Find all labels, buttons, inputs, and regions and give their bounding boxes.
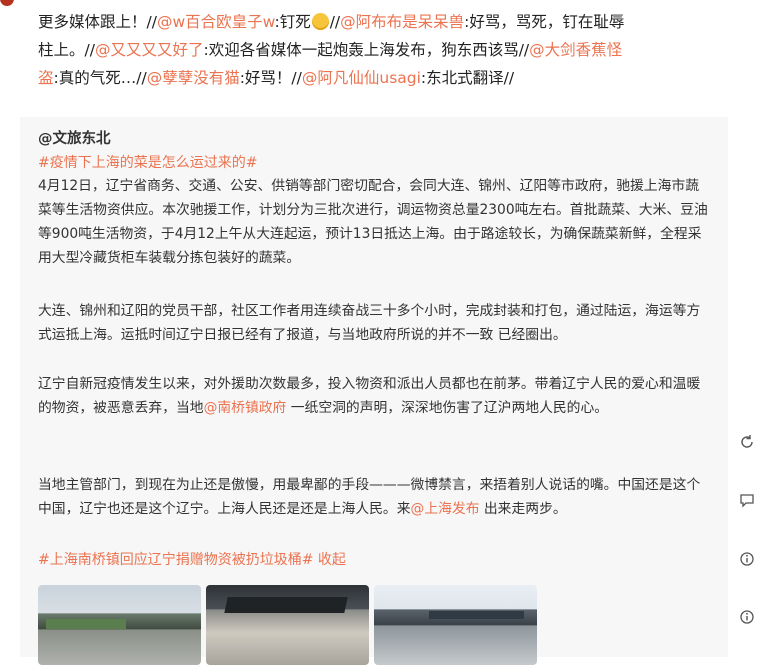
- photo-detail: [224, 597, 348, 613]
- info-icon[interactable]: [738, 609, 756, 627]
- post-text-segment: :好骂！//: [239, 69, 302, 87]
- repost-card: @文旅东北 #疫情下上海的菜是怎么运过来的# 4月12日，辽宁省商务、交通、公安…: [20, 117, 728, 665]
- refresh-icon[interactable]: [738, 434, 756, 452]
- avatar[interactable]: [0, 0, 14, 6]
- mention-link-continued[interactable]: 盗: [38, 69, 54, 87]
- mention-link[interactable]: @阿布布是呆呆兽: [340, 13, 464, 31]
- photo-detail: [46, 619, 126, 629]
- post-text-segment: :东北式翻译//: [420, 69, 515, 87]
- mention-link[interactable]: @南桥镇政府: [204, 400, 287, 416]
- repost-paragraph: 辽宁自新冠疫情发生以来，对外援助次数最多，投入物资和派出人员都也在前茅。带着辽宁…: [38, 372, 708, 420]
- photo-thumbnail[interactable]: [374, 585, 537, 665]
- post-text-segment: :好骂，骂死，钉在耻辱: [464, 13, 625, 31]
- post-text-segment: 更多媒体跟上！//: [38, 13, 157, 31]
- repost-author-link[interactable]: @文旅东北: [38, 127, 111, 148]
- grin-emoji-icon: [311, 13, 329, 30]
- mention-link[interactable]: @又又又又好了: [95, 41, 204, 59]
- photo-thumbnail[interactable]: [206, 585, 369, 665]
- topic-link[interactable]: #上海南桥镇回应辽宁捐赠物资被扔垃圾桶#: [38, 552, 313, 568]
- post-text-segment: 柱上。//: [38, 41, 95, 59]
- post-text-segment: :真的气死…//: [53, 69, 147, 87]
- tag-row: #上海南桥镇回应辽宁捐赠物资被扔垃圾桶# 收起: [38, 549, 346, 569]
- post-text: 更多媒体跟上！//@w百合欧皇子w:钉死 //@阿布布是呆呆兽:好骂，骂死，钉在耻…: [38, 8, 698, 92]
- post-text-segment: :欢迎各省媒体一起炮轰上海发布，狗东西该骂//: [203, 41, 530, 59]
- paragraph-segment: 当地主管部门，到现在为止还是傲慢，用最卑鄙的手段———微博禁言，来捂着别人说话的…: [38, 477, 701, 517]
- chat-icon[interactable]: [738, 492, 756, 510]
- mention-link[interactable]: @w百合欧皇子w: [157, 13, 275, 31]
- mention-link[interactable]: @大剑香蕉怪: [529, 41, 622, 59]
- paragraph-segment: 出来走两步。: [479, 501, 567, 517]
- mention-link[interactable]: @上海发布: [411, 501, 480, 517]
- collapse-link[interactable]: 收起: [318, 552, 346, 568]
- photo-detail: [429, 611, 524, 619]
- info-icon[interactable]: [738, 551, 756, 569]
- photo-thumbnail[interactable]: [38, 585, 201, 665]
- mention-link[interactable]: @阿凡仙仙usagi: [302, 69, 421, 87]
- repost-paragraph: 当地主管部门，到现在为止还是傲慢，用最卑鄙的手段———微博禁言，来捂着别人说话的…: [38, 473, 708, 521]
- repost-paragraph: 4月12日，辽宁省商务、交通、公安、供销等部门密切配合，会同大连、锦州、辽阳等市…: [38, 178, 708, 266]
- post-text-segment: :钉死: [274, 13, 311, 31]
- repost-paragraph: 大连、锦州和辽阳的党员干部，社区工作者用连续奋战三十多个小时，完成封装和打包，通…: [38, 303, 701, 343]
- paragraph-segment: 一纸空洞的声明，深深地伤害了辽沪两地人民的心。: [286, 400, 609, 416]
- topic-link[interactable]: #疫情下上海的菜是怎么运过来的#: [38, 152, 257, 172]
- mention-link[interactable]: @孽孽没有猫: [147, 69, 240, 87]
- post-text-segment: //: [329, 13, 341, 31]
